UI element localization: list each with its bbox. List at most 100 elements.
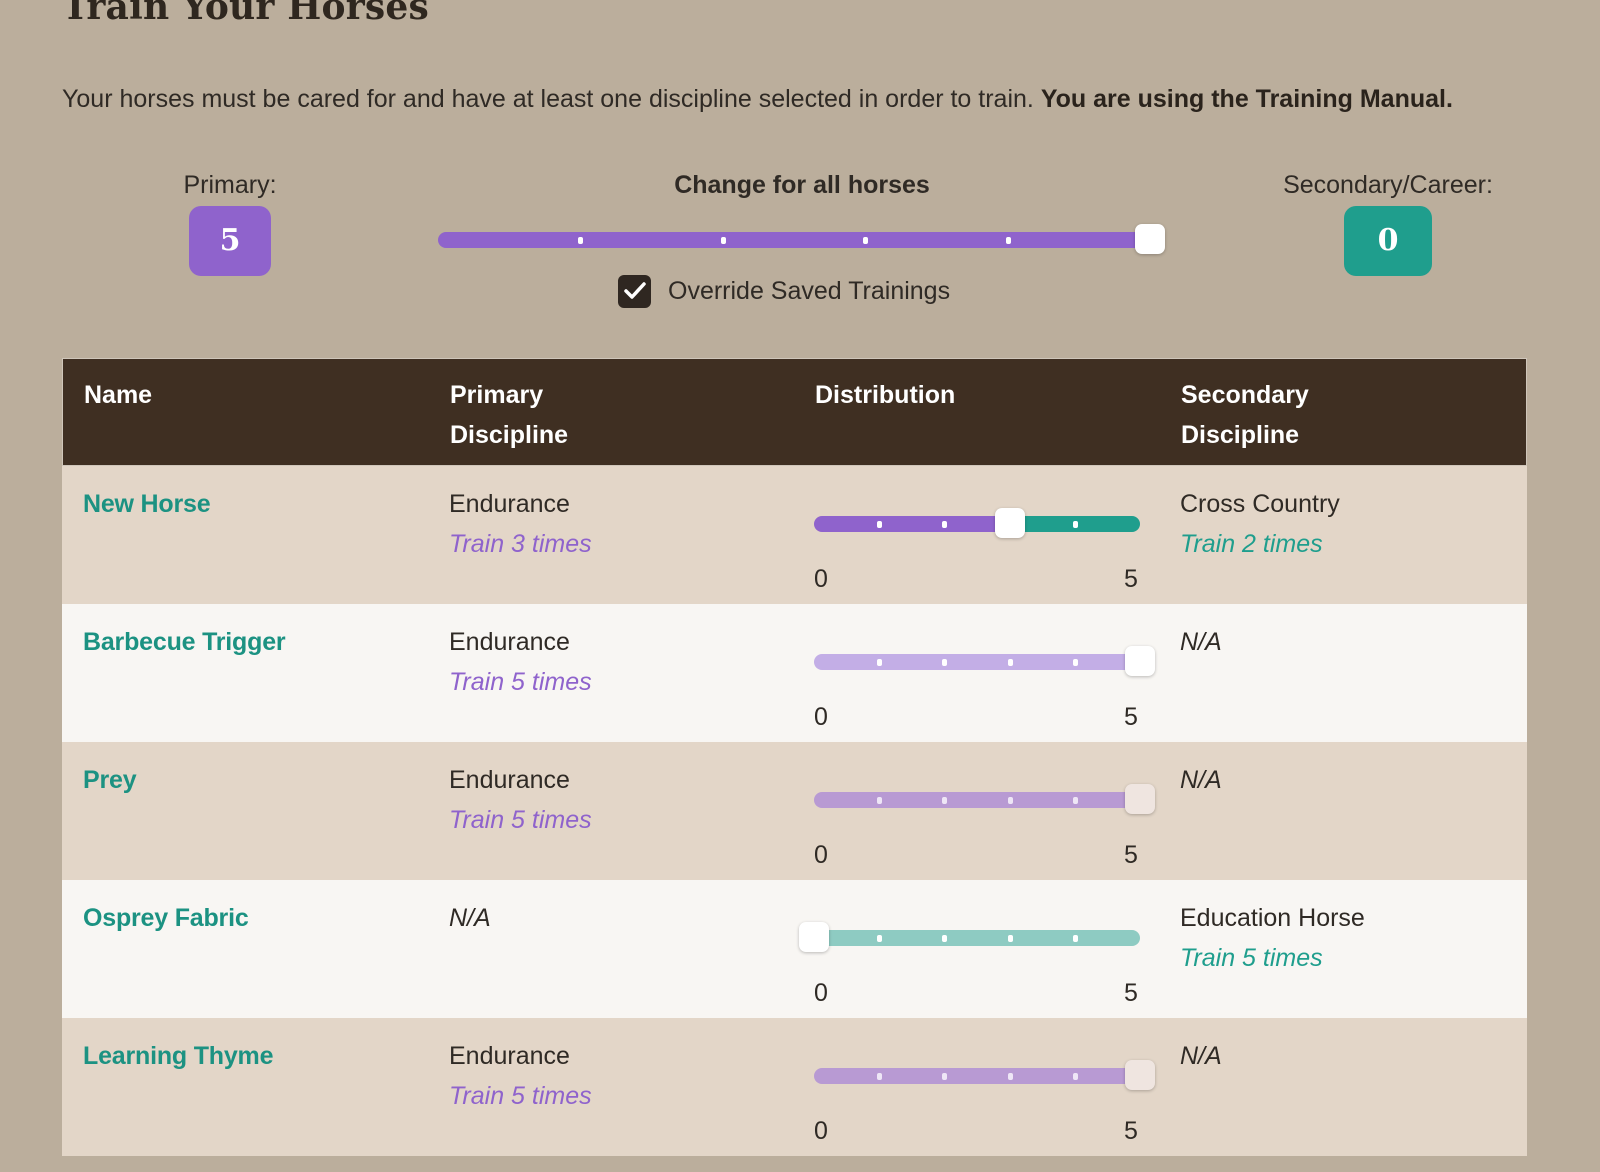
distribution-slider[interactable] (814, 646, 1155, 676)
primary-discipline: Endurance (449, 1042, 570, 1070)
secondary-portion-track (814, 930, 1140, 946)
secondary-discipline: N/A (1180, 628, 1222, 656)
primary-discipline: Endurance (449, 490, 570, 518)
distribution-min-label: 0 (814, 703, 828, 731)
horse-name-link[interactable]: Osprey Fabric (83, 898, 249, 938)
slider-step-marker (1073, 797, 1078, 804)
intro-requirement: Your horses must be cared for and have a… (62, 85, 1034, 113)
primary-discipline-cell: Endurance Train 5 times (449, 1036, 592, 1116)
slider-step-marker (578, 237, 583, 244)
slider-step-marker (1008, 659, 1013, 666)
table-row: Prey Endurance Train 5 times 0 5 N/A (62, 742, 1527, 880)
override-checkbox[interactable] (618, 274, 651, 308)
override-option[interactable]: Override Saved Trainings (618, 274, 950, 308)
table-row: Osprey Fabric N/A 0 5 Education Horse Tr… (62, 880, 1527, 1018)
intro-text: Your horses must be cared for and have a… (62, 82, 1542, 116)
primary-discipline-cell: Endurance Train 3 times (449, 484, 592, 564)
secondary-discipline-cell: N/A (1180, 622, 1222, 662)
secondary-value-badge: 0 (1344, 206, 1432, 276)
primary-portion-track (814, 792, 1140, 808)
horse-name-link[interactable]: Learning Thyme (83, 1036, 273, 1076)
primary-portion-track (814, 1068, 1140, 1084)
primary-train-count: Train 5 times (449, 668, 592, 696)
table-header: Name Primary Discipline Distribution Seco… (62, 358, 1527, 466)
primary-portion-track (814, 516, 1010, 532)
intro-training-manual: You are using the Training Manual. (1040, 85, 1453, 113)
distribution-max-label: 5 (1124, 703, 1138, 731)
distribution-slider[interactable] (814, 508, 1140, 538)
primary-discipline: N/A (449, 904, 491, 932)
distribution-max-label: 5 (1124, 841, 1138, 869)
distribution-max-label: 5 (1124, 565, 1138, 593)
slider-thumb[interactable] (1125, 1060, 1155, 1090)
slider-thumb[interactable] (995, 508, 1025, 538)
secondary-label: Secondary/Career: (1283, 171, 1493, 199)
secondary-discipline-cell: N/A (1180, 1036, 1222, 1076)
primary-value-badge: 5 (189, 206, 271, 276)
distribution-min-label: 0 (814, 841, 828, 869)
horse-name-link[interactable]: New Horse (83, 484, 211, 524)
slider-step-marker (877, 1073, 882, 1080)
slider-step-marker (1006, 237, 1011, 244)
header-name: Name (84, 381, 153, 409)
slider-step-marker (942, 521, 947, 528)
secondary-discipline-cell: Cross Country Train 2 times (1180, 484, 1340, 564)
distribution-slider[interactable] (814, 1060, 1155, 1090)
primary-discipline: Endurance (449, 628, 570, 656)
slider-step-marker (877, 659, 882, 666)
slider-thumb[interactable] (1125, 784, 1155, 814)
primary-discipline-cell: N/A (449, 898, 491, 938)
slider-step-marker (877, 521, 882, 528)
slider-step-marker (1008, 1073, 1013, 1080)
override-label: Override Saved Trainings (668, 276, 951, 305)
distribution-max-label: 5 (1124, 979, 1138, 1007)
header-primary-discipline: Primary Discipline (450, 381, 569, 449)
primary-label: Primary: (183, 171, 277, 199)
slider-thumb[interactable] (1135, 224, 1165, 254)
slider-step-marker (1008, 935, 1013, 942)
slider-step-marker (863, 237, 868, 244)
page-title: Train Your Horses (62, 0, 429, 28)
slider-step-marker (1073, 659, 1078, 666)
secondary-discipline: N/A (1180, 766, 1222, 794)
slider-step-marker (942, 1073, 947, 1080)
secondary-discipline: Education Horse (1180, 904, 1365, 932)
horse-training-table: Name Primary Discipline Distribution Seco… (62, 358, 1527, 1156)
primary-portion-track (814, 654, 1140, 670)
secondary-discipline: N/A (1180, 1042, 1222, 1070)
header-distribution: Distribution (815, 381, 956, 409)
primary-train-count: Train 5 times (449, 1082, 592, 1110)
secondary-train-count: Train 5 times (1180, 944, 1323, 972)
checkmark-icon (623, 282, 646, 299)
slider-thumb[interactable] (1125, 646, 1155, 676)
secondary-count: Secondary/Career: 0 (1258, 168, 1518, 276)
global-slider-title: Change for all horses (674, 171, 930, 199)
slider-step-marker (942, 935, 947, 942)
primary-discipline-cell: Endurance Train 5 times (449, 622, 592, 702)
table-row: Barbecue Trigger Endurance Train 5 times… (62, 604, 1527, 742)
secondary-train-count: Train 2 times (1180, 530, 1323, 558)
slider-step-marker (1073, 521, 1078, 528)
distribution-slider[interactable] (814, 784, 1155, 814)
secondary-discipline-cell: N/A (1180, 760, 1222, 800)
slider-step-marker (1008, 797, 1013, 804)
table-row: New Horse Endurance Train 3 times 0 5 Cr… (62, 466, 1527, 604)
slider-step-marker (1073, 935, 1078, 942)
slider-step-marker (877, 797, 882, 804)
primary-count: Primary: 5 (150, 168, 310, 276)
primary-train-count: Train 5 times (449, 806, 592, 834)
slider-step-marker (942, 659, 947, 666)
distribution-min-label: 0 (814, 1117, 828, 1145)
slider-thumb[interactable] (799, 922, 829, 952)
global-distribution-slider[interactable] (438, 224, 1165, 254)
horse-name-link[interactable]: Prey (83, 760, 137, 800)
primary-portion-track (438, 232, 1150, 248)
distribution-slider[interactable] (799, 922, 1140, 952)
secondary-discipline: Cross Country (1180, 490, 1340, 518)
primary-discipline: Endurance (449, 766, 570, 794)
distribution-min-label: 0 (814, 979, 828, 1007)
horse-name-link[interactable]: Barbecue Trigger (83, 622, 286, 662)
primary-train-count: Train 3 times (449, 530, 592, 558)
primary-discipline-cell: Endurance Train 5 times (449, 760, 592, 840)
global-training-control: Change for all horses Override Saved Tra… (438, 168, 1168, 308)
